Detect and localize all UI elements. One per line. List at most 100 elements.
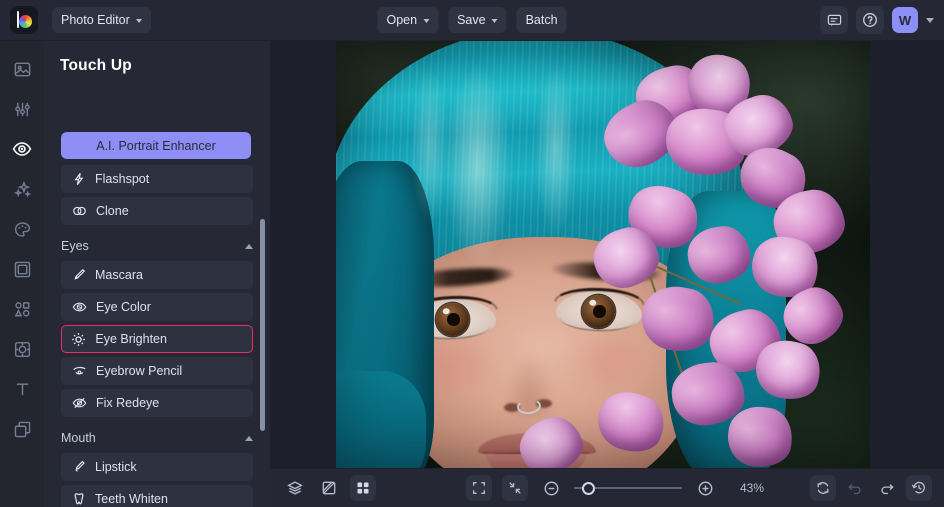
list-item-flashspot[interactable]: Flashspot bbox=[61, 165, 253, 193]
eye-slash-icon bbox=[72, 397, 87, 409]
bottom-toolbar: 43% bbox=[270, 468, 944, 507]
list-item-lipstick[interactable]: Lipstick bbox=[61, 453, 253, 481]
avatar[interactable]: W bbox=[892, 7, 918, 33]
image-canvas[interactable] bbox=[270, 41, 944, 468]
fit-screen-button[interactable] bbox=[466, 475, 492, 501]
save-label: Save bbox=[457, 13, 486, 27]
clone-icon bbox=[73, 206, 86, 216]
panel-scrollbar[interactable] bbox=[260, 219, 265, 431]
account-actions-group: W bbox=[820, 6, 934, 34]
list-item-eye-color[interactable]: Eye Color bbox=[61, 293, 253, 321]
lipstick-icon bbox=[75, 460, 85, 472]
compare-split-icon bbox=[322, 481, 336, 495]
sidebar-item-overlays[interactable] bbox=[6, 335, 38, 363]
sidebar-item-retouch[interactable] bbox=[6, 135, 38, 163]
ai-portrait-enhancer-button[interactable]: A.I. Portrait Enhancer bbox=[61, 132, 251, 159]
list-item-clone[interactable]: Clone bbox=[61, 197, 253, 225]
grid-view-icon bbox=[357, 482, 369, 494]
zoom-out-button[interactable] bbox=[538, 475, 564, 501]
list-item-label: Flashspot bbox=[95, 172, 150, 186]
sparkles-icon bbox=[13, 180, 31, 197]
list-item-label: Eye Color bbox=[96, 300, 151, 314]
tool-list: Blush Flashspot Clone bbox=[44, 161, 270, 507]
grid-view-button[interactable] bbox=[350, 475, 376, 501]
batch-button[interactable]: Batch bbox=[516, 7, 567, 33]
bee-logo-icon[interactable] bbox=[10, 6, 38, 34]
sidebar-item-layers[interactable] bbox=[6, 415, 38, 443]
list-item-label: Eyebrow Pencil bbox=[96, 364, 183, 378]
group-header-eyes[interactable]: Eyes bbox=[44, 231, 270, 261]
list-item-mascara[interactable]: Mascara bbox=[61, 261, 253, 289]
chevron-up-icon[interactable] bbox=[245, 435, 253, 441]
sidebar-item-graphics[interactable] bbox=[6, 295, 38, 323]
zoom-slider[interactable] bbox=[574, 481, 682, 495]
bolt-icon bbox=[74, 173, 84, 185]
chevron-down-icon bbox=[135, 19, 142, 23]
image-icon bbox=[14, 62, 30, 76]
redo-button[interactable] bbox=[874, 475, 900, 501]
group-header-mouth[interactable]: Mouth bbox=[44, 423, 270, 453]
question-circle-icon bbox=[863, 13, 877, 27]
sidebar-item-frames[interactable] bbox=[6, 255, 38, 283]
layers-stack-icon bbox=[287, 481, 303, 495]
reset-button[interactable] bbox=[810, 475, 836, 501]
avatar-initial: W bbox=[898, 12, 912, 28]
logo-mark bbox=[15, 11, 33, 29]
zoom-slider-thumb[interactable] bbox=[582, 481, 595, 495]
feedback-button[interactable] bbox=[820, 6, 848, 34]
layers-button[interactable] bbox=[282, 475, 308, 501]
list-item-label: Fix Redeye bbox=[96, 396, 160, 410]
list-item-eyebrow-pencil[interactable]: Eyebrow Pencil bbox=[61, 357, 253, 385]
account-chevron-down-icon[interactable] bbox=[926, 17, 934, 23]
minus-circle-icon bbox=[544, 481, 558, 495]
sidebar-item-image[interactable] bbox=[6, 55, 38, 83]
left-icon-rail bbox=[0, 41, 44, 507]
view-tools-group bbox=[282, 475, 376, 501]
help-button[interactable] bbox=[856, 6, 884, 34]
compare-button[interactable] bbox=[316, 475, 342, 501]
list-item-label: Eye Brighten bbox=[95, 332, 167, 346]
open-label: Open bbox=[386, 13, 418, 27]
shapes-icon bbox=[14, 301, 29, 316]
portrait-photo[interactable] bbox=[336, 41, 870, 468]
sidebar-item-text[interactable] bbox=[6, 375, 38, 403]
plus-circle-icon bbox=[698, 481, 712, 495]
undo-button[interactable] bbox=[842, 475, 868, 501]
list-item-teeth-whiten[interactable]: Teeth Whiten bbox=[61, 485, 253, 507]
list-item-eye-brighten[interactable]: Eye Brighten bbox=[61, 325, 253, 353]
batch-label: Batch bbox=[525, 13, 558, 27]
pupil bbox=[446, 312, 460, 326]
text-icon bbox=[16, 382, 28, 395]
hair-bottom-left bbox=[336, 371, 426, 468]
sidebar-item-adjust[interactable] bbox=[6, 95, 38, 123]
list-item-label: Mascara bbox=[95, 268, 143, 282]
logo-color-wheel bbox=[19, 15, 32, 28]
pupil bbox=[592, 304, 606, 318]
history-button[interactable] bbox=[906, 475, 932, 501]
zoom-in-button[interactable] bbox=[692, 475, 718, 501]
sidebar-item-effects[interactable] bbox=[6, 175, 38, 203]
tool-list-scroll-area[interactable]: Blush Flashspot Clone bbox=[44, 161, 270, 507]
shrink-button[interactable] bbox=[502, 475, 528, 501]
open-button[interactable]: Open bbox=[377, 7, 439, 33]
group-label: Mouth bbox=[61, 431, 96, 445]
mascara-brush-icon bbox=[74, 268, 86, 280]
list-item-fix-redeye[interactable]: Fix Redeye bbox=[61, 389, 253, 417]
photo-editor-app: Photo Editor Open Save Batch W Touch Up … bbox=[0, 0, 944, 507]
sidebar-item-color[interactable] bbox=[6, 215, 38, 243]
save-button[interactable]: Save bbox=[448, 7, 507, 33]
eye-icon bbox=[12, 142, 32, 156]
chat-bubble-icon bbox=[827, 14, 841, 26]
frame-icon bbox=[14, 261, 30, 277]
list-item-label: Teeth Whiten bbox=[95, 492, 168, 506]
sliders-icon bbox=[14, 102, 30, 116]
page-title: Touch Up bbox=[60, 57, 132, 74]
undo-arrow-icon bbox=[848, 484, 861, 495]
project-switcher-button[interactable]: Photo Editor bbox=[52, 7, 151, 33]
reset-rotate-icon bbox=[817, 482, 829, 494]
redo-arrow-icon bbox=[881, 484, 894, 495]
palette-icon bbox=[14, 221, 30, 237]
chevron-up-icon[interactable] bbox=[245, 243, 253, 249]
file-actions-group: Open Save Batch bbox=[377, 7, 567, 33]
zoom-percent-label: 43% bbox=[740, 481, 765, 495]
